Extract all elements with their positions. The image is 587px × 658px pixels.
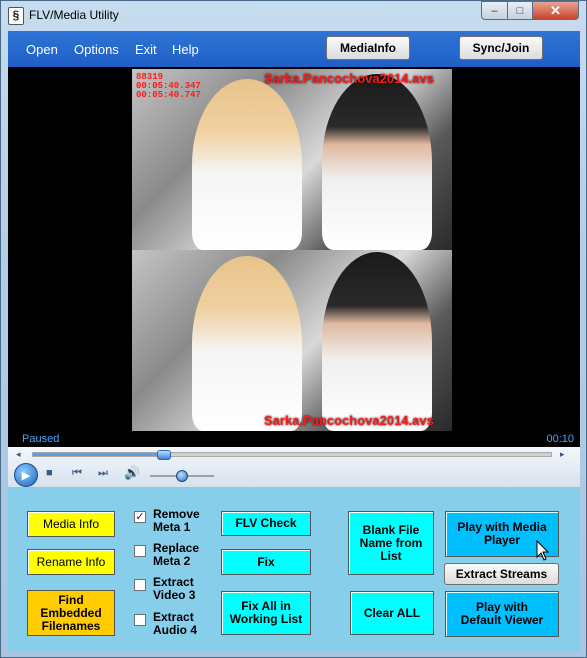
media-info-button[interactable]: Media Info [27,511,115,537]
seek-left-arrow-icon[interactable]: ◂ [16,449,21,460]
next-icon[interactable]: ⏭ [98,467,108,480]
maximize-button[interactable]: □ [507,1,533,20]
checkbox-box[interactable] [134,545,146,557]
play-with-default-viewer-button[interactable]: Play with Default Viewer [445,591,559,637]
menu-exit[interactable]: Exit [135,42,157,57]
seek-right-arrow-icon[interactable]: ▸ [560,449,565,460]
overlay-filename-bottom: Sarka.Pancochova2014.avs [264,413,434,428]
app-window: § FLV/Media Utility – □ ✕ Open Options E… [0,0,587,658]
blank-file-name-button[interactable]: Blank File Name from List [348,511,434,575]
replace-meta-checkbox[interactable]: Replace Meta 2 [134,542,205,568]
person-figure [192,256,302,431]
play-icon: ▶ [21,469,31,482]
fix-all-button[interactable]: Fix All in Working List [221,591,311,635]
client-area: Open Options Exit Help MediaInfo Sync/Jo… [8,31,580,651]
checkbox-label: Extract Video 3 [153,575,196,602]
overlay-time-end: 00:05:40.747 [136,90,201,100]
media-player: 88319 00:05:40.347 00:05:40.747 Sarka.Pa… [8,67,580,487]
volume-icon[interactable]: 🔊 [124,465,140,481]
app-icon[interactable]: § [8,7,24,25]
overlay-filename-top: Sarka.Pancochova2014.avs [264,71,434,86]
player-status: Paused [22,433,60,445]
menu-options[interactable]: Options [74,42,119,57]
seek-bar[interactable] [32,450,552,460]
checkbox-label: Replace Meta 2 [153,541,200,568]
close-button[interactable]: ✕ [532,1,579,20]
video-display[interactable]: 88319 00:05:40.347 00:05:40.747 Sarka.Pa… [132,69,452,431]
stop-icon[interactable]: ■ [46,467,53,479]
player-time: 00:10 [546,433,574,445]
sync-join-button[interactable]: Sync/Join [459,36,543,60]
fix-button[interactable]: Fix [221,549,311,575]
video-frame-top: 88319 00:05:40.347 00:05:40.747 Sarka.Pa… [132,69,452,250]
extract-audio-checkbox[interactable]: Extract Audio 4 [134,611,205,637]
person-figure [322,74,432,250]
checkbox-label: Remove Meta 1 [153,507,200,534]
extract-streams-button[interactable]: Extract Streams [444,563,559,585]
menu-open[interactable]: Open [26,42,58,57]
person-figure [322,252,432,431]
seek-thumb[interactable] [156,450,171,460]
find-embedded-filenames-button[interactable]: Find Embedded Filenames [27,590,115,636]
volume-thumb[interactable] [176,470,188,482]
menu-bar: Open Options Exit Help MediaInfo Sync/Jo… [8,31,580,67]
title-bar[interactable]: § FLV/Media Utility – □ ✕ [1,1,586,29]
checkbox-box[interactable]: ✓ [134,511,146,523]
clear-all-button[interactable]: Clear ALL [350,591,434,635]
person-figure [192,79,302,250]
mediainfo-button[interactable]: MediaInfo [326,36,410,60]
checkbox-box[interactable] [134,614,146,626]
play-button[interactable]: ▶ [14,463,38,487]
flv-check-button[interactable]: FLV Check [221,511,311,536]
menu-help[interactable]: Help [172,42,199,57]
checkbox-label: Extract Audio 4 [153,610,197,637]
player-controls: ◂ ▸ ▶ ■ ⏮ ⏭ 🔊 [8,447,580,487]
previous-icon[interactable]: ⏮ [72,467,82,480]
remove-meta-checkbox[interactable]: ✓ Remove Meta 1 [134,508,205,534]
minimize-button[interactable]: – [481,1,508,20]
seek-progress [33,453,163,456]
window-title: FLV/Media Utility [29,8,119,22]
checkbox-box[interactable] [134,579,146,591]
video-frame-bottom: Sarka.Pancochova2014.avs [132,250,452,431]
mouse-cursor-icon [536,539,550,561]
extract-video-checkbox[interactable]: Extract Video 3 [134,576,205,602]
rename-info-button[interactable]: Rename Info [27,549,115,575]
